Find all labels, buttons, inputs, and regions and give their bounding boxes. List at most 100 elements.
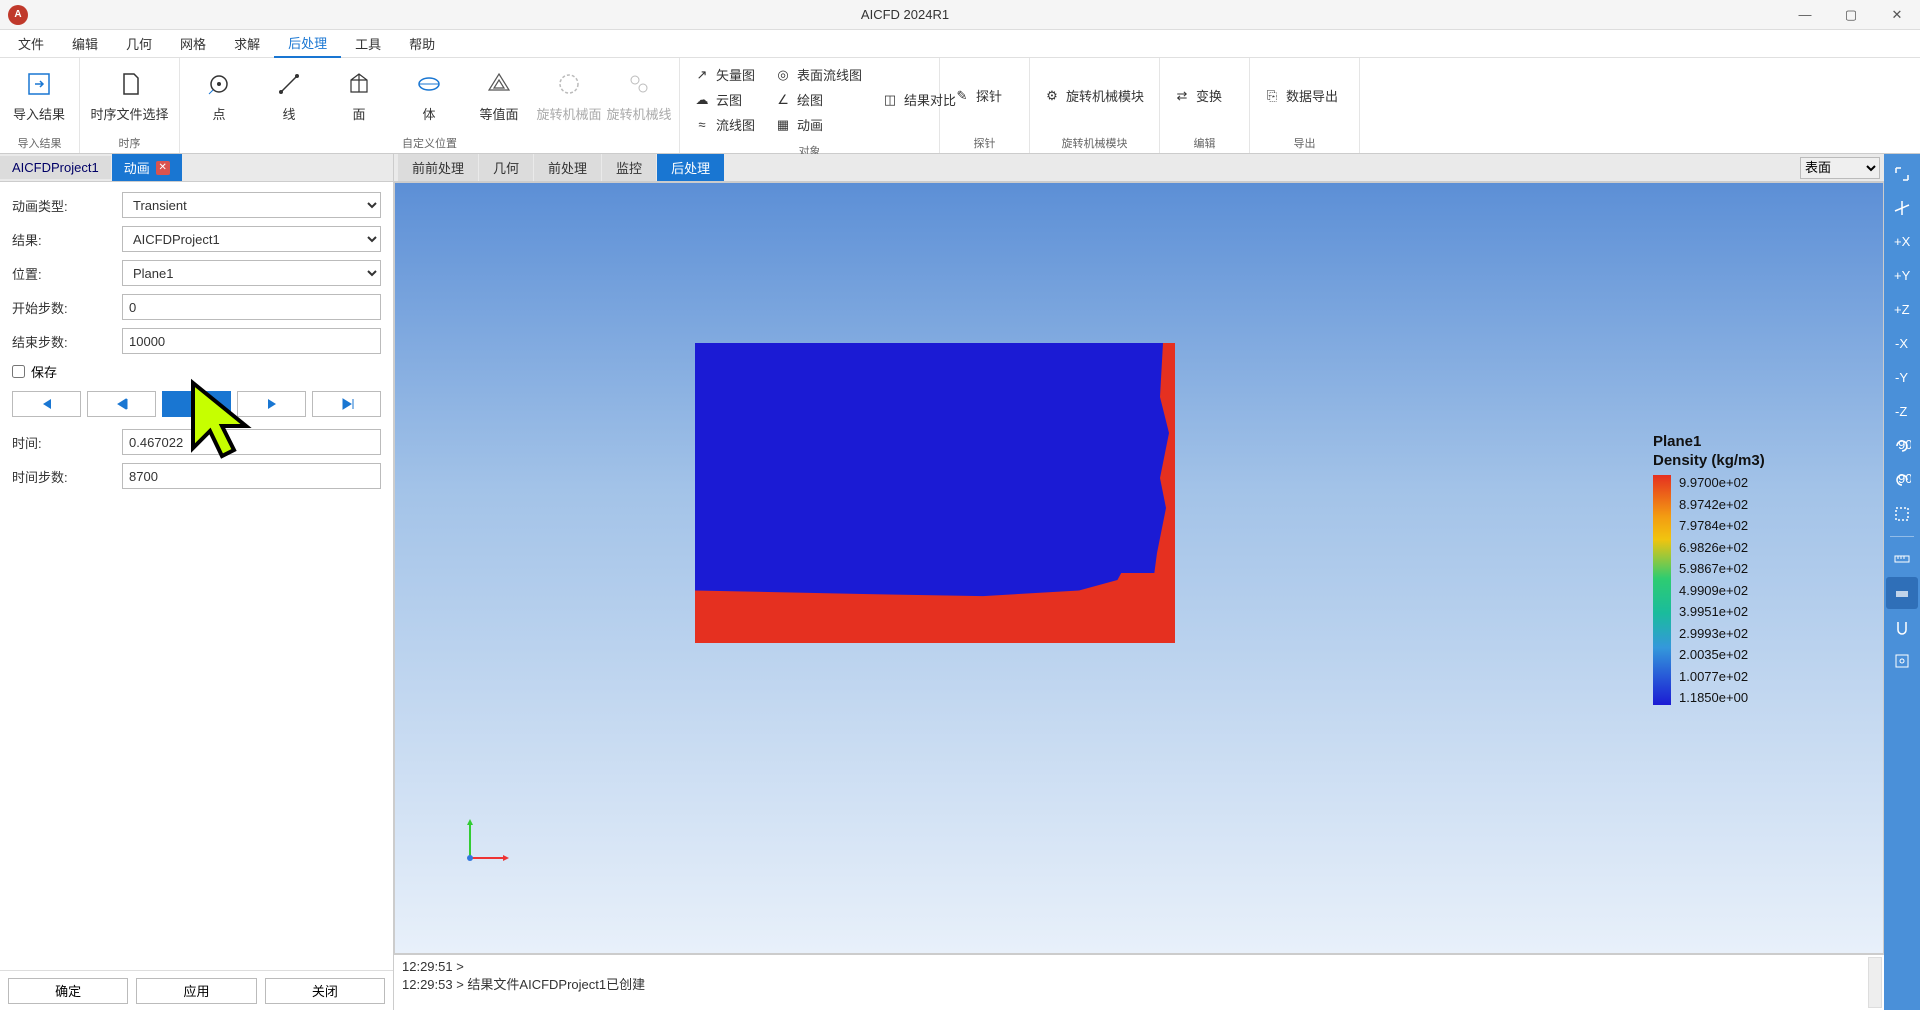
ribbon-vector[interactable]: ↗矢量图 — [684, 62, 765, 87]
first-button[interactable] — [12, 391, 81, 417]
fullscreen-icon[interactable] — [1886, 498, 1918, 530]
plusy-icon[interactable]: +Y — [1886, 260, 1918, 292]
menu-edit[interactable]: 编辑 — [58, 30, 112, 57]
end-step-input[interactable] — [122, 328, 381, 354]
animation-form: 动画类型:Transient 结果:AICFDProject1 位置:Plane… — [0, 182, 393, 970]
prev-button[interactable] — [87, 391, 156, 417]
compare-icon: ◫ — [882, 92, 898, 108]
menu-post[interactable]: 后处理 — [274, 29, 341, 58]
start-step-input[interactable] — [122, 294, 381, 320]
apply-button[interactable]: 应用 — [136, 978, 256, 1004]
display-mode-select[interactable]: 表面 — [1800, 157, 1880, 179]
ribbon-anim[interactable]: ▦动画 — [765, 112, 872, 137]
ribbon-probe[interactable]: ✎探针 — [944, 83, 1012, 108]
file-icon — [114, 68, 146, 100]
vtab-post[interactable]: 后处理 — [657, 154, 724, 181]
console-line: 12:29:51 > — [402, 959, 1876, 974]
ribbon-rotline: 旋转机械线 — [604, 62, 674, 129]
ribbon-point[interactable]: 点 — [184, 62, 254, 129]
console-line: 12:29:53 > 结果文件AICFDProject1已创建 — [402, 974, 1876, 993]
menu-mesh[interactable]: 网格 — [166, 30, 220, 57]
view-tabs: 前前处理 几何 前处理 监控 后处理 表面 — [394, 154, 1884, 182]
ribbon-plot[interactable]: ∠绘图 — [765, 87, 872, 112]
right-toolbar: +X +Y +Z -X -Y -Z 90 90 — [1884, 154, 1920, 1010]
select-icon[interactable] — [1886, 577, 1918, 609]
menu-file[interactable]: 文件 — [4, 30, 58, 57]
film-icon: ▦ — [775, 117, 791, 133]
rotcw-icon[interactable]: 90 — [1886, 430, 1918, 462]
ribbon-body[interactable]: 体 — [394, 62, 464, 129]
tab-animation[interactable]: 动画 ✕ — [112, 154, 182, 181]
close-icon[interactable]: ✕ — [156, 161, 170, 175]
close-button[interactable]: ✕ — [1874, 0, 1920, 30]
wave-icon: ≈ — [694, 117, 710, 133]
vtab-prepre[interactable]: 前前处理 — [398, 154, 478, 181]
ribbon-time-select[interactable]: 时序文件选择 — [84, 62, 175, 129]
surfstream-icon: ◎ — [775, 67, 791, 83]
viewport-area: 前前处理 几何 前处理 监控 后处理 表面 Plane1 Density (kg… — [394, 154, 1884, 1010]
ribbon-transform[interactable]: ⇄变换 — [1164, 83, 1232, 108]
ribbon-surfstream[interactable]: ◎表面流线图 — [765, 62, 872, 87]
rotline-icon — [623, 68, 655, 100]
console: 12:29:51 > 12:29:53 > 结果文件AICFDProject1已… — [394, 954, 1884, 1010]
grid-icon[interactable] — [1886, 645, 1918, 677]
svg-text:+Y: +Y — [1894, 268, 1911, 283]
anim-type-select[interactable]: Transient — [122, 192, 381, 218]
rotface-icon — [553, 68, 585, 100]
menu-solve[interactable]: 求解 — [220, 30, 274, 57]
plusx-icon[interactable]: +X — [1886, 226, 1918, 258]
ribbon-cloud[interactable]: ☁云图 — [684, 87, 765, 112]
time-input[interactable] — [122, 429, 381, 455]
left-panel: AICFDProject1 动画 ✕ 动画类型:Transient 结果:AIC… — [0, 154, 394, 1010]
line-icon — [273, 68, 305, 100]
maximize-button[interactable]: ▢ — [1828, 0, 1874, 30]
timestep-input[interactable] — [122, 463, 381, 489]
svg-text:+X: +X — [1894, 234, 1911, 249]
face-icon — [343, 68, 375, 100]
vtab-geom[interactable]: 几何 — [479, 154, 533, 181]
ribbon-streamline[interactable]: ≈流线图 — [684, 112, 765, 137]
tab-project[interactable]: AICFDProject1 — [0, 156, 111, 179]
simulation-render — [695, 343, 1175, 643]
close-button[interactable]: 关闭 — [265, 978, 385, 1004]
svg-text:90: 90 — [1898, 437, 1911, 452]
rotccw-icon[interactable]: 90 — [1886, 464, 1918, 496]
last-button[interactable] — [312, 391, 381, 417]
app-logo-icon: A — [8, 5, 28, 25]
ribbon-rotmod[interactable]: ⚙旋转机械模块 — [1034, 83, 1154, 108]
viewport-canvas[interactable]: Plane1 Density (kg/m3) 9.9700e+02 8.9742… — [394, 182, 1884, 954]
save-checkbox[interactable] — [12, 365, 25, 378]
ok-button[interactable]: 确定 — [8, 978, 128, 1004]
next-button[interactable] — [237, 391, 306, 417]
menu-geometry[interactable]: 几何 — [112, 30, 166, 57]
scrollbar[interactable] — [1868, 957, 1882, 1008]
probe-icon: ✎ — [954, 88, 970, 104]
ribbon-export[interactable]: ⎘数据导出 — [1254, 83, 1348, 108]
menu-tools[interactable]: 工具 — [341, 30, 395, 57]
position-select[interactable]: Plane1 — [122, 260, 381, 286]
ribbon-line[interactable]: 线 — [254, 62, 324, 129]
result-select[interactable]: AICFDProject1 — [122, 226, 381, 252]
legend-ticks: 9.9700e+02 8.9742e+02 7.9784e+02 6.9826e… — [1679, 475, 1748, 705]
menu-help[interactable]: 帮助 — [395, 30, 449, 57]
form-buttons: 确定 应用 关闭 — [0, 970, 393, 1010]
minimize-button[interactable]: — — [1782, 0, 1828, 30]
stop-button[interactable] — [162, 391, 231, 417]
svg-text:90: 90 — [1898, 471, 1911, 486]
vtab-monitor[interactable]: 监控 — [602, 154, 656, 181]
window-title: AICFD 2024R1 — [28, 7, 1782, 22]
point-icon — [203, 68, 235, 100]
ribbon-face[interactable]: 面 — [324, 62, 394, 129]
vtab-pre[interactable]: 前处理 — [534, 154, 601, 181]
axis-icon[interactable] — [1886, 192, 1918, 224]
plusz-icon[interactable]: +Z — [1886, 294, 1918, 326]
minusx-icon[interactable]: -X — [1886, 328, 1918, 360]
ribbon-import-result[interactable]: 导入结果 — [4, 62, 74, 129]
snap-icon[interactable] — [1886, 611, 1918, 643]
plot-icon: ∠ — [775, 92, 791, 108]
ribbon-iso[interactable]: 等值面 — [464, 62, 534, 129]
minusy-icon[interactable]: -Y — [1886, 362, 1918, 394]
expand-icon[interactable] — [1886, 158, 1918, 190]
minusz-icon[interactable]: -Z — [1886, 396, 1918, 428]
ruler-icon[interactable] — [1886, 543, 1918, 575]
